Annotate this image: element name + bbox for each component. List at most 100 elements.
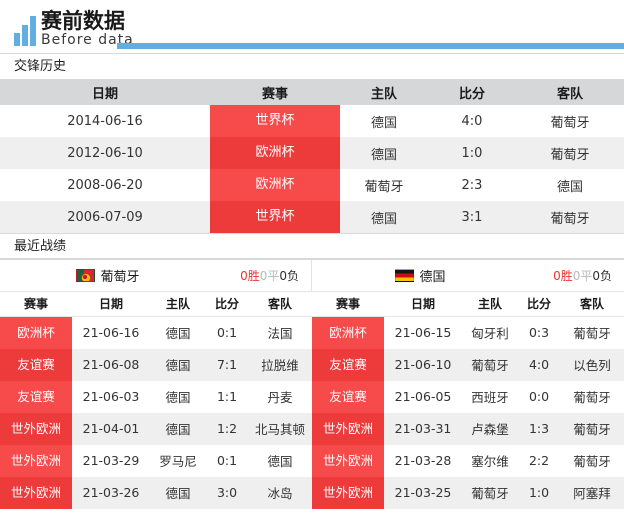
recent-left-header-row: 赛事 日期 主队 比分 客队 — [0, 292, 312, 317]
h2h-away: 葡萄牙 — [516, 201, 624, 233]
recent-comp-cell[interactable]: 世外欧洲 — [312, 412, 384, 445]
recent-comp-cell[interactable]: 世外欧洲 — [312, 444, 384, 477]
competition-badge: 友谊赛 — [0, 380, 72, 413]
h2h-score: 2:3 — [428, 169, 516, 201]
recent-date: 21-06-15 — [384, 316, 462, 349]
table-row[interactable]: 世外欧洲 21-03-26 德国 3:0 冰岛 — [0, 476, 312, 509]
h2h-section-title: 交锋历史 — [0, 53, 624, 79]
recent-home: 葡萄牙 — [462, 476, 518, 509]
recent-right-header-row: 赛事 日期 主队 比分 客队 — [312, 292, 624, 317]
recent-score: 0:1 — [206, 316, 248, 349]
h2h-comp-cell[interactable]: 欧洲杯 — [210, 137, 340, 169]
competition-badge: 世外欧洲 — [0, 444, 72, 477]
recent-comp-cell[interactable]: 世外欧洲 — [0, 412, 72, 445]
h2h-table: 日期 赛事 主队 比分 客队 2014-06-16 世界杯 德国 4:0 葡萄牙… — [0, 79, 624, 233]
recent-comp-cell[interactable]: 友谊赛 — [312, 348, 384, 381]
recent-date: 21-03-25 — [384, 476, 462, 509]
h2h-date: 2014-06-16 — [0, 105, 210, 137]
h2h-date: 2008-06-20 — [0, 169, 210, 201]
competition-badge: 世外欧洲 — [0, 476, 72, 509]
recent-comp-cell[interactable]: 友谊赛 — [0, 380, 72, 413]
h2h-away: 葡萄牙 — [516, 137, 624, 169]
team-identity-right: 德国 — [312, 266, 529, 285]
recent-date: 21-06-10 — [384, 348, 462, 381]
recent-away: 葡萄牙 — [560, 444, 624, 477]
record-wins-right: 0胜 — [553, 269, 573, 283]
team-name-left: 葡萄牙 — [100, 270, 140, 285]
recent-left-col-home: 主队 — [150, 292, 206, 317]
competition-badge: 友谊赛 — [0, 348, 72, 381]
table-row[interactable]: 世外欧洲 21-03-25 葡萄牙 1:0 阿塞拜 — [312, 476, 624, 509]
recent-home: 卢森堡 — [462, 412, 518, 445]
record-wins-left: 0胜 — [240, 269, 260, 283]
recent-comp-cell[interactable]: 友谊赛 — [0, 348, 72, 381]
page-root: 赛前数据 Before data 交锋历史 日期 赛事 主队 比分 客队 201… — [0, 0, 624, 530]
brand-logo: 赛前数据 Before data — [14, 8, 134, 48]
recent-left-col-score: 比分 — [206, 292, 248, 317]
recent-column-left: 葡萄牙 0胜0平0负 赛事 日期 主队 比分 客队 欧洲杯 21-06-16 德… — [0, 260, 312, 509]
table-row[interactable]: 友谊赛 21-06-05 西班牙 0:0 葡萄牙 — [312, 380, 624, 413]
recent-away: 拉脱维 — [248, 348, 312, 381]
h2h-score: 1:0 — [428, 137, 516, 169]
table-row[interactable]: 世外欧洲 21-03-31 卢森堡 1:3 葡萄牙 — [312, 412, 624, 445]
recent-left-col-away: 客队 — [248, 292, 312, 317]
h2h-comp-cell[interactable]: 世界杯 — [210, 201, 340, 233]
recent-score: 4:0 — [518, 348, 560, 381]
recent-score: 2:2 — [518, 444, 560, 477]
table-row[interactable]: 友谊赛 21-06-08 德国 7:1 拉脱维 — [0, 348, 312, 381]
h2h-comp-cell[interactable]: 欧洲杯 — [210, 169, 340, 201]
competition-badge: 世界杯 — [210, 105, 340, 137]
competition-badge: 欧洲杯 — [312, 316, 384, 349]
table-row[interactable]: 2006-07-09 世界杯 德国 3:1 葡萄牙 — [0, 201, 624, 233]
recent-away: 葡萄牙 — [560, 380, 624, 413]
recent-home: 德国 — [150, 316, 206, 349]
h2h-away: 葡萄牙 — [516, 105, 624, 137]
competition-badge: 世外欧洲 — [0, 412, 72, 445]
recent-right-col-away: 客队 — [560, 292, 624, 317]
table-row[interactable]: 2012-06-10 欧洲杯 德国 1:0 葡萄牙 — [0, 137, 624, 169]
recent-away: 阿塞拜 — [560, 476, 624, 509]
table-row[interactable]: 友谊赛 21-06-03 德国 1:1 丹麦 — [0, 380, 312, 413]
table-row[interactable]: 世外欧洲 21-03-29 罗马尼 0:1 德国 — [0, 444, 312, 477]
recent-comp-cell[interactable]: 欧洲杯 — [312, 316, 384, 349]
recent-right-col-comp: 赛事 — [312, 292, 384, 317]
recent-comp-cell[interactable]: 世外欧洲 — [0, 476, 72, 509]
recent-away: 冰岛 — [248, 476, 312, 509]
recent-home: 德国 — [150, 348, 206, 381]
recent-comp-cell[interactable]: 世外欧洲 — [312, 476, 384, 509]
table-row[interactable]: 世外欧洲 21-04-01 德国 1:2 北马其顿 — [0, 412, 312, 445]
recent-comp-cell[interactable]: 友谊赛 — [312, 380, 384, 413]
team-name-right: 德国 — [419, 270, 446, 285]
h2h-col-comp: 赛事 — [210, 79, 340, 105]
recent-score: 0:0 — [518, 380, 560, 413]
h2h-header-row: 日期 赛事 主队 比分 客队 — [0, 79, 624, 105]
recent-date: 21-06-05 — [384, 380, 462, 413]
recent-date: 21-03-31 — [384, 412, 462, 445]
h2h-score: 3:1 — [428, 201, 516, 233]
recent-home: 德国 — [150, 380, 206, 413]
recent-comp-cell[interactable]: 欧洲杯 — [0, 316, 72, 349]
table-row[interactable]: 世外欧洲 21-03-28 塞尔维 2:2 葡萄牙 — [312, 444, 624, 477]
recent-date: 21-06-16 — [72, 316, 150, 349]
recent-score: 3:0 — [206, 476, 248, 509]
competition-badge: 世外欧洲 — [312, 476, 384, 509]
table-row[interactable]: 欧洲杯 21-06-15 匈牙利 0:3 葡萄牙 — [312, 316, 624, 349]
h2h-col-home: 主队 — [340, 79, 428, 105]
recent-score: 0:1 — [206, 444, 248, 477]
recent-score: 1:2 — [206, 412, 248, 445]
table-row[interactable]: 2014-06-16 世界杯 德国 4:0 葡萄牙 — [0, 105, 624, 137]
recent-comp-cell[interactable]: 世外欧洲 — [0, 444, 72, 477]
recent-score: 1:3 — [518, 412, 560, 445]
h2h-home: 德国 — [340, 105, 428, 137]
table-row[interactable]: 2008-06-20 欧洲杯 葡萄牙 2:3 德国 — [0, 169, 624, 201]
recent-table-left: 赛事 日期 主队 比分 客队 欧洲杯 21-06-16 德国 0:1 法国 友谊… — [0, 292, 312, 509]
recent-score: 1:1 — [206, 380, 248, 413]
recent-home: 德国 — [150, 476, 206, 509]
h2h-comp-cell[interactable]: 世界杯 — [210, 105, 340, 137]
competition-badge: 欧洲杯 — [210, 137, 340, 169]
brand-header: 赛前数据 Before data — [0, 0, 624, 53]
table-row[interactable]: 友谊赛 21-06-10 葡萄牙 4:0 以色列 — [312, 348, 624, 381]
recent-section-title: 最近战绩 — [0, 233, 624, 259]
portugal-flag-icon — [76, 269, 96, 282]
table-row[interactable]: 欧洲杯 21-06-16 德国 0:1 法国 — [0, 316, 312, 349]
